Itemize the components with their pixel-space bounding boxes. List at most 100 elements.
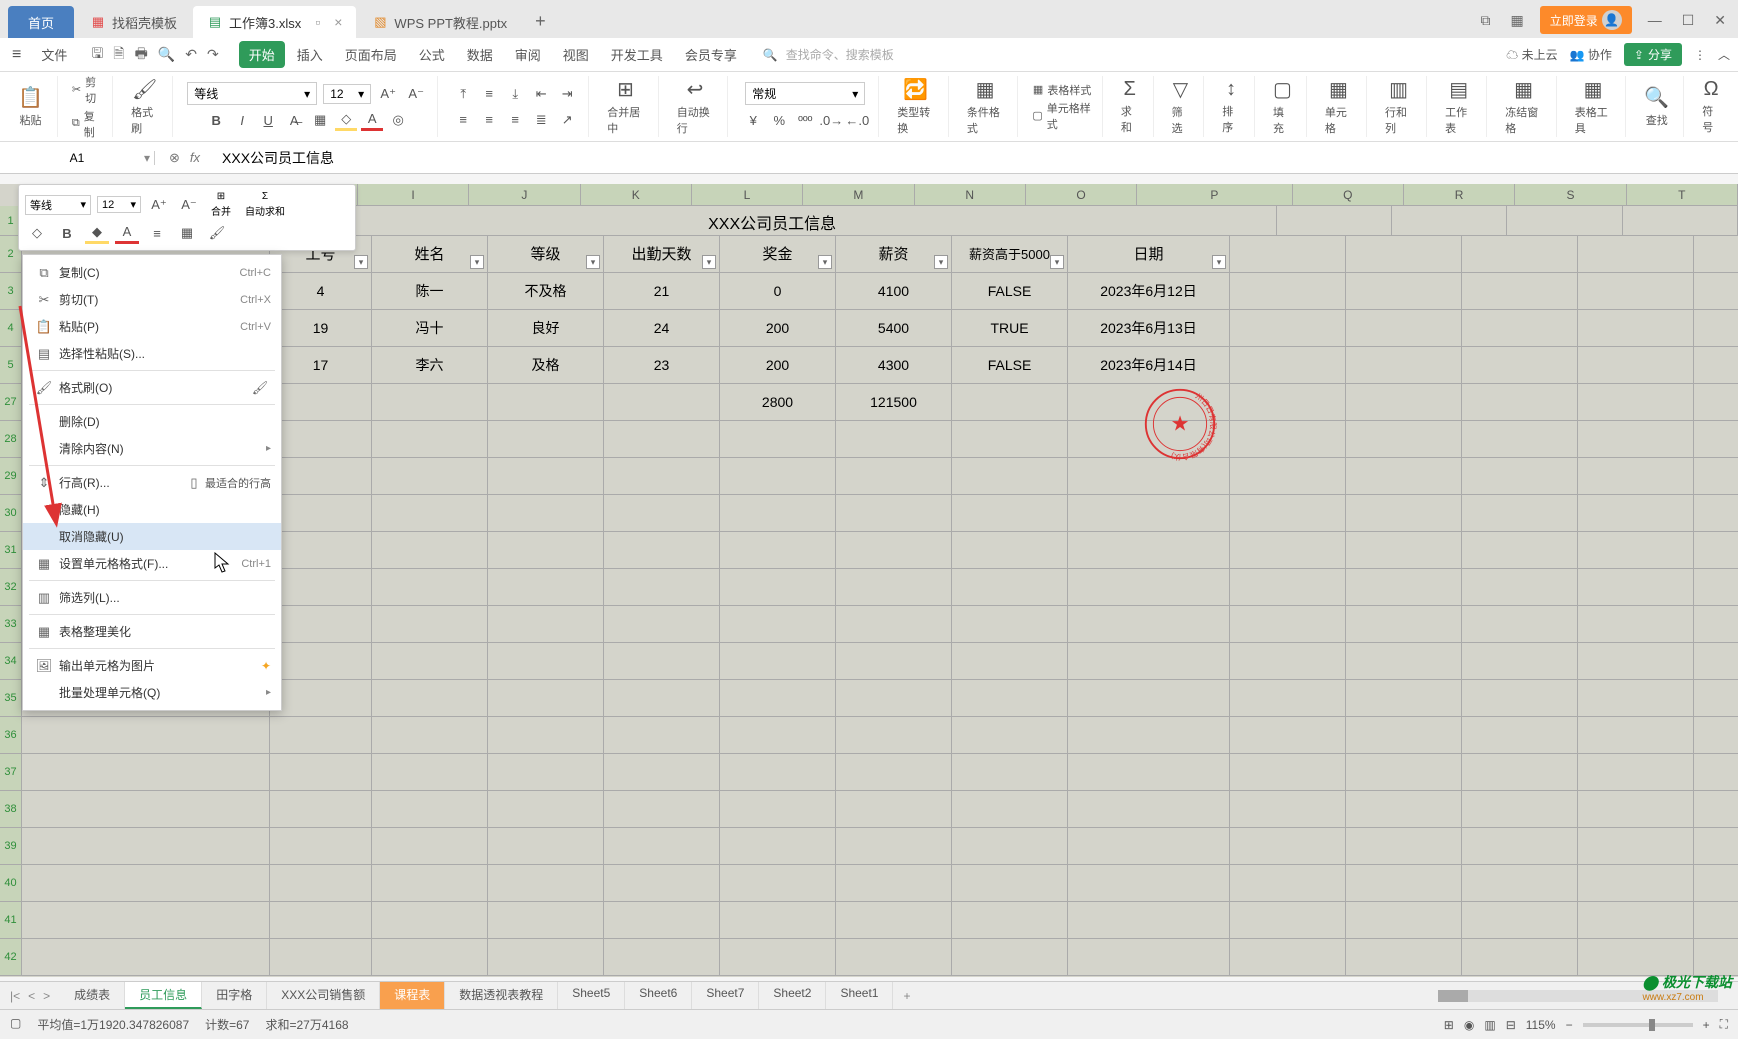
cell[interactable] xyxy=(270,939,372,975)
align-left-icon[interactable]: ≡ xyxy=(452,109,474,131)
cm-format-brush[interactable]: 🖌格式刷(O)🖌 xyxy=(23,374,281,401)
cell[interactable] xyxy=(1230,421,1346,457)
name-box[interactable]: A1▾ xyxy=(0,151,155,165)
cell[interactable] xyxy=(952,495,1068,531)
find[interactable]: 🔍查找 xyxy=(1640,83,1673,130)
filter-dropdown-icon[interactable]: ▾ xyxy=(1050,255,1064,269)
cell[interactable] xyxy=(270,532,372,568)
hamburger-icon[interactable]: ≡ xyxy=(8,46,25,64)
orient-icon[interactable]: ↗ xyxy=(556,109,578,131)
cell[interactable]: 2023年6月12日 xyxy=(1068,273,1230,309)
cell[interactable] xyxy=(372,495,488,531)
cell[interactable] xyxy=(604,569,720,605)
cell[interactable] xyxy=(488,458,604,494)
sheet-tab[interactable]: Sheet6 xyxy=(625,982,692,1009)
cell[interactable] xyxy=(1346,717,1462,753)
cell[interactable]: 19 xyxy=(270,310,372,346)
row-header[interactable]: 34 xyxy=(0,643,22,680)
cell[interactable] xyxy=(720,754,836,790)
cell[interactable] xyxy=(1578,458,1694,494)
cell[interactable] xyxy=(1462,569,1578,605)
cell[interactable] xyxy=(1346,680,1462,716)
cell[interactable]: 及格 xyxy=(488,347,604,383)
cell[interactable] xyxy=(1346,828,1462,864)
row-header[interactable]: 36 xyxy=(0,717,22,754)
font-color-icon[interactable]: A xyxy=(115,222,139,244)
cell[interactable] xyxy=(1578,865,1694,901)
cell[interactable] xyxy=(270,865,372,901)
bold-icon[interactable]: B xyxy=(55,222,79,244)
cell[interactable]: FALSE xyxy=(952,347,1068,383)
row-header[interactable]: 32 xyxy=(0,569,22,606)
cell[interactable] xyxy=(488,384,604,420)
add-sheet-button[interactable]: + xyxy=(893,989,920,1003)
cell[interactable] xyxy=(1462,939,1578,975)
cell[interactable] xyxy=(270,791,372,827)
cell[interactable] xyxy=(488,865,604,901)
align-icon[interactable]: ≡ xyxy=(145,222,169,244)
cm-export-img[interactable]: 🖼输出单元格为图片✦ xyxy=(23,652,281,679)
cell[interactable] xyxy=(1462,273,1578,309)
cell[interactable] xyxy=(720,717,836,753)
filter-dropdown-icon[interactable]: ▾ xyxy=(354,255,368,269)
row-header[interactable]: 35 xyxy=(0,680,22,717)
col-header[interactable]: M xyxy=(803,184,914,205)
cell[interactable] xyxy=(1068,828,1230,864)
cell[interactable] xyxy=(1462,384,1578,420)
apps-icon[interactable]: ▦ xyxy=(1506,12,1527,29)
cell[interactable] xyxy=(1068,865,1230,901)
cell[interactable] xyxy=(952,643,1068,679)
sort[interactable]: ↕排序 xyxy=(1218,76,1244,137)
sheet-tab[interactable]: Sheet2 xyxy=(759,982,826,1009)
cell[interactable] xyxy=(836,680,952,716)
cell[interactable] xyxy=(1068,532,1230,568)
bold-icon[interactable]: B xyxy=(205,109,227,131)
cell[interactable] xyxy=(1462,606,1578,642)
file-menu[interactable]: 文件 xyxy=(33,45,75,64)
cell[interactable] xyxy=(1578,791,1694,827)
cell[interactable] xyxy=(372,680,488,716)
cell[interactable]: 0 xyxy=(720,273,836,309)
cell[interactable] xyxy=(270,680,372,716)
row-header[interactable]: 30 xyxy=(0,495,22,532)
cell[interactable] xyxy=(372,865,488,901)
sheet-nav-prev[interactable]: < xyxy=(28,989,35,1003)
cm-paste-special[interactable]: ▤选择性粘贴(S)... xyxy=(23,340,281,367)
row-header[interactable]: 28 xyxy=(0,421,22,458)
cell[interactable] xyxy=(1230,310,1346,346)
cell[interactable] xyxy=(372,569,488,605)
cell[interactable] xyxy=(22,939,270,975)
align-mid-icon[interactable]: ≡ xyxy=(478,83,500,105)
cell[interactable]: 200 xyxy=(720,347,836,383)
cell[interactable] xyxy=(836,495,952,531)
col-header[interactable]: Q xyxy=(1293,184,1404,205)
formula-input[interactable]: XXX公司员工信息 xyxy=(214,148,1738,168)
cell[interactable] xyxy=(1462,754,1578,790)
cell[interactable] xyxy=(488,606,604,642)
cm-cut[interactable]: ✂剪切(T)Ctrl+X xyxy=(23,286,281,313)
cell[interactable] xyxy=(1230,347,1346,383)
row-header[interactable]: 40 xyxy=(0,865,22,902)
sheet-tab[interactable]: 成绩表 xyxy=(60,982,125,1009)
cell[interactable] xyxy=(1578,310,1694,346)
cell[interactable] xyxy=(488,939,604,975)
cell[interactable] xyxy=(1346,754,1462,790)
filter-dropdown-icon[interactable]: ▾ xyxy=(470,255,484,269)
cell[interactable] xyxy=(1230,569,1346,605)
zoom-slider[interactable] xyxy=(1583,1023,1693,1027)
fill-color-icon[interactable]: ◇ xyxy=(335,109,357,131)
cell[interactable] xyxy=(604,902,720,938)
cell[interactable] xyxy=(1578,236,1694,272)
cell[interactable] xyxy=(488,791,604,827)
cell[interactable] xyxy=(270,754,372,790)
cell[interactable] xyxy=(720,902,836,938)
collapse-ribbon-icon[interactable]: ︿ xyxy=(1718,46,1730,63)
undo-icon[interactable]: ↶ xyxy=(185,46,197,63)
align-just-icon[interactable]: ≣ xyxy=(530,109,552,131)
cell[interactable]: 5400 xyxy=(836,310,952,346)
row-header[interactable]: 3 xyxy=(0,273,22,310)
cell[interactable] xyxy=(720,680,836,716)
cell[interactable] xyxy=(1068,606,1230,642)
cell[interactable] xyxy=(1346,791,1462,827)
align-center-icon[interactable]: ≡ xyxy=(478,109,500,131)
